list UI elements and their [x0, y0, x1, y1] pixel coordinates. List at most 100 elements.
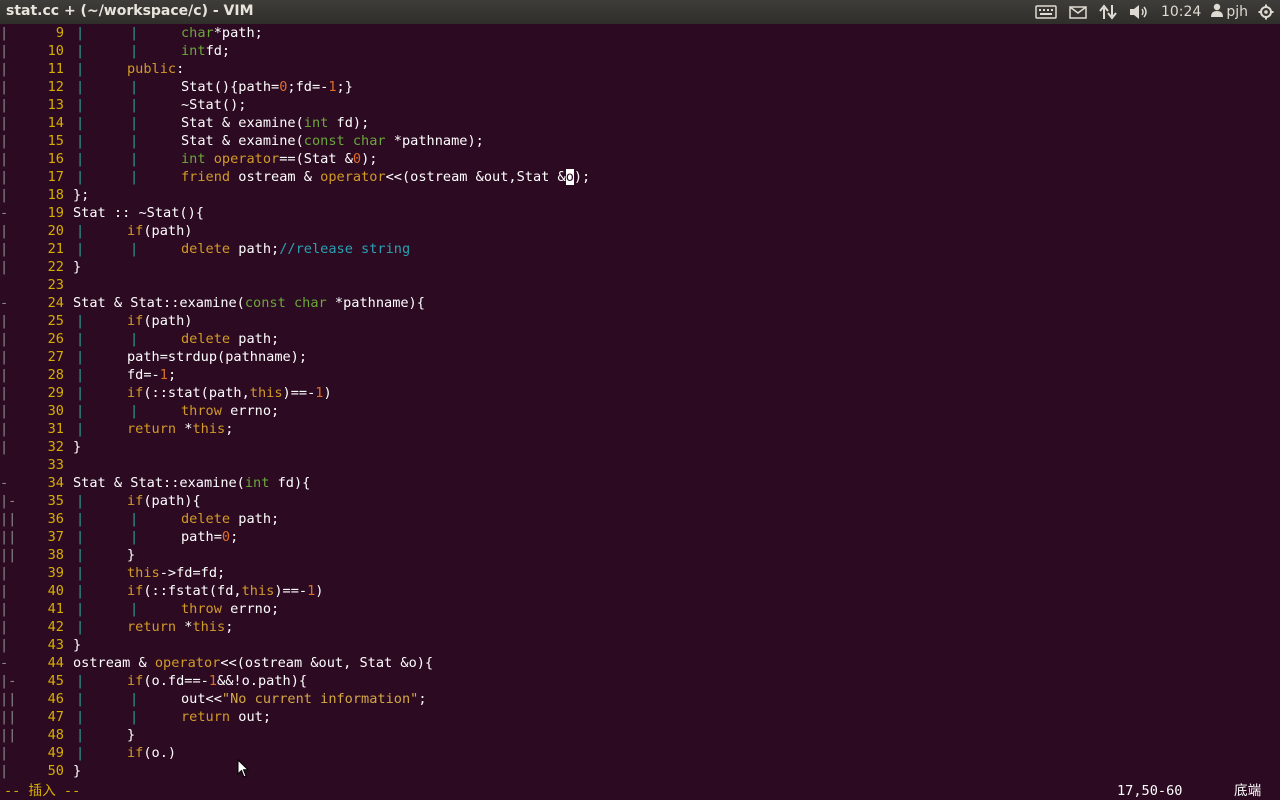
code-line[interactable]: | 30 | | throw errno;	[0, 402, 1280, 420]
line-number: 17	[47, 169, 64, 185]
code-line[interactable]: 23	[0, 276, 1280, 294]
code-token: &&!o.path){	[217, 673, 308, 689]
line-number: 9	[55, 25, 64, 41]
code-text: intfd;	[181, 42, 230, 60]
code-line[interactable]: || 47 | | return out;	[0, 708, 1280, 726]
mouse-pointer-icon	[237, 758, 250, 783]
code-line[interactable]: || 46 | | out<<"No current information";	[0, 690, 1280, 708]
code-token: ;	[225, 619, 234, 635]
code-line[interactable]: - 44 ostream & operator<<(ostream &out, St…	[0, 654, 1280, 672]
line-number: 21	[47, 241, 64, 257]
clock[interactable]: 10:24	[1161, 4, 1201, 20]
code-token: *	[176, 421, 193, 437]
code-token: (::fstat(fd,	[143, 583, 242, 599]
code-line[interactable]: | 32}	[0, 438, 1280, 456]
power-gear-icon[interactable]	[1258, 0, 1274, 24]
code-line[interactable]: | 22}	[0, 258, 1280, 276]
line-number: 35	[47, 493, 64, 509]
code-line[interactable]: | 21 | | delete path;//release string	[0, 240, 1280, 258]
code-line[interactable]: | 25 | if(path)	[0, 312, 1280, 330]
fold-column: |	[0, 79, 9, 95]
user-name: pjh	[1226, 4, 1248, 20]
fold-column: |	[0, 385, 9, 401]
code-line[interactable]: | 49 | if(o.)	[0, 744, 1280, 762]
indent-guide: |	[76, 673, 85, 689]
code-text: return *this;	[127, 420, 233, 438]
code-line[interactable]: | 28 | fd=-1;	[0, 366, 1280, 384]
network-icon[interactable]	[1099, 0, 1117, 24]
code-line[interactable]: | 43}	[0, 636, 1280, 654]
code-text: Stat & Stat::examine(int fd){	[73, 474, 310, 492]
code-text: if(::stat(path,this)==-1)	[127, 384, 332, 402]
line-number: 29	[47, 385, 64, 401]
code-line[interactable]: | 14 | | Stat & examine(int fd);	[0, 114, 1280, 132]
code-text: if(::fstat(fd,this)==-1)	[127, 582, 323, 600]
code-line[interactable]: | 26 | | delete path;	[0, 330, 1280, 348]
code-line[interactable]: | 29 | if(::stat(path,this)==-1)	[0, 384, 1280, 402]
panel-indicators: 10:24 pjh	[1035, 0, 1280, 24]
indent-guide: |	[130, 601, 139, 617]
line-number: 37	[47, 529, 64, 545]
code-line[interactable]: | 13 | | ~Stat();	[0, 96, 1280, 114]
code-line[interactable]: || 48 |}	[0, 726, 1280, 744]
code-line[interactable]: | 39 | this->fd=fd;	[0, 564, 1280, 582]
user-menu[interactable]: pjh	[1211, 3, 1248, 21]
code-token: if	[127, 493, 144, 509]
code-text: path=strdup(pathname);	[127, 348, 307, 366]
fold-column: ||	[0, 691, 17, 707]
code-token: Stat(){path=	[181, 79, 280, 95]
line-number: 27	[47, 349, 64, 365]
code-token: out<<	[181, 691, 222, 707]
code-line[interactable]: | 20 | if(path)	[0, 222, 1280, 240]
code-line[interactable]: || 36 | | delete path;	[0, 510, 1280, 528]
code-line[interactable]: || 37 | | path=0;	[0, 528, 1280, 546]
fold-column: |	[0, 259, 9, 275]
code-line[interactable]: - 34 Stat & Stat::examine(int fd){	[0, 474, 1280, 492]
line-number: 42	[47, 619, 64, 635]
code-token: path=strdup(pathname);	[127, 349, 308, 365]
code-line[interactable]: || 38 |}	[0, 546, 1280, 564]
keyboard-icon[interactable]	[1035, 0, 1057, 24]
line-number: 32	[47, 439, 64, 455]
code-text: }	[127, 726, 135, 744]
code-line[interactable]: |- 35 | if(path){	[0, 492, 1280, 510]
code-line[interactable]: | 11 | public:	[0, 60, 1280, 78]
code-token: fd);	[328, 115, 370, 131]
code-line[interactable]: | 42 | return *this;	[0, 618, 1280, 636]
code-line[interactable]: | 16 | | int operator==(Stat &0);	[0, 150, 1280, 168]
vim-editor-buffer[interactable]: | 9 | | char*path; | 10 | | intfd; | 11 | public: | 12 |…	[0, 24, 1280, 782]
indent-guide: |	[76, 61, 85, 77]
fold-column: |-	[0, 493, 17, 509]
fold-column: |	[0, 745, 9, 761]
code-line[interactable]: | 10 | | intfd;	[0, 42, 1280, 60]
mail-icon[interactable]	[1069, 0, 1087, 24]
code-line[interactable]: | 27 | path=strdup(pathname);	[0, 348, 1280, 366]
code-text: delete path;//release string	[181, 240, 410, 258]
volume-icon[interactable]	[1129, 0, 1149, 24]
code-line[interactable]: - 19 Stat :: ~Stat(){	[0, 204, 1280, 222]
code-text: fd=-1;	[127, 366, 176, 384]
code-line[interactable]: | 12 | | Stat(){path=0;fd=-1;}	[0, 78, 1280, 96]
code-line[interactable]: - 24 Stat & Stat::examine(const char *path…	[0, 294, 1280, 312]
code-token: int	[244, 475, 270, 491]
line-number: 36	[47, 511, 64, 527]
code-line[interactable]: | 41 | | throw errno;	[0, 600, 1280, 618]
indent-guide: |	[130, 115, 139, 131]
code-line[interactable]: 33	[0, 456, 1280, 474]
line-number: 40	[47, 583, 64, 599]
code-line[interactable]: | 18};	[0, 186, 1280, 204]
code-line[interactable]: | 9 | | char*path;	[0, 24, 1280, 42]
code-line[interactable]: | 40 | if(::fstat(fd,this)==-1)	[0, 582, 1280, 600]
code-line[interactable]: |- 45 | if(o.fd==-1&&!o.path){	[0, 672, 1280, 690]
indent-guide: |	[130, 169, 139, 185]
code-text: if(path)	[127, 312, 192, 330]
code-line[interactable]: | 17 | | friend ostream & operator<<(ostream…	[0, 168, 1280, 186]
code-token: (path)	[143, 313, 193, 329]
code-line[interactable]: | 15 | | Stat & examine(const char *pathname…	[0, 132, 1280, 150]
code-token: fd;	[205, 43, 231, 59]
code-line[interactable]: | 50}	[0, 762, 1280, 780]
indent-guide: |	[130, 25, 139, 41]
fold-column: |	[0, 25, 9, 41]
code-line[interactable]: | 31 | return *this;	[0, 420, 1280, 438]
line-number: 33	[47, 457, 64, 473]
